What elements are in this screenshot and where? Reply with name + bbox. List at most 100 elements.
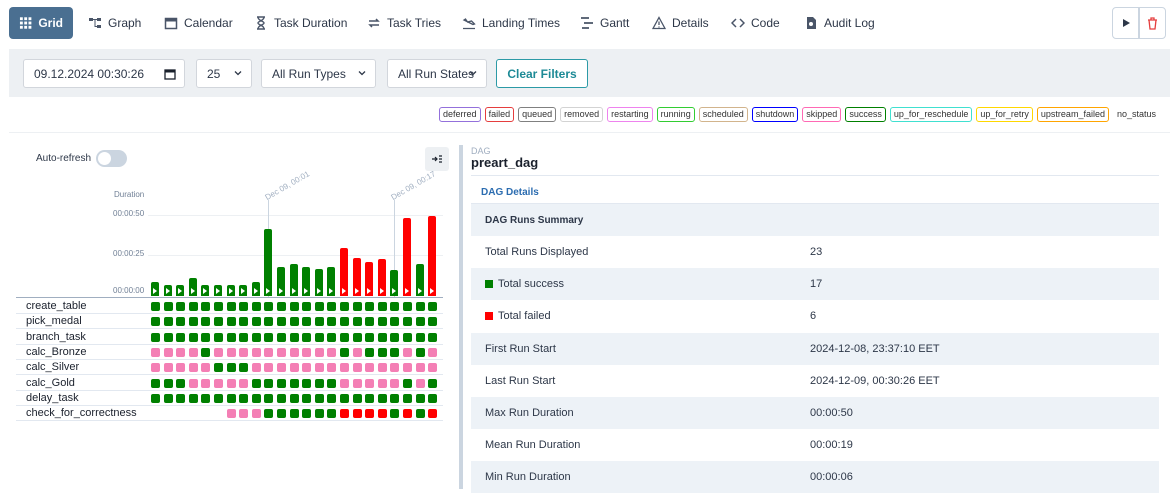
task-instance-square[interactable]	[327, 302, 337, 311]
task-instance-square[interactable]	[377, 302, 387, 311]
task-instance-square[interactable]	[352, 317, 362, 327]
task-instance-square[interactable]	[251, 317, 261, 327]
task-instance-square[interactable]	[340, 393, 349, 403]
task-name[interactable]: calc_Gold	[26, 377, 75, 389]
run-bar[interactable]	[163, 284, 172, 296]
legend-item-failed[interactable]: failed	[484, 106, 515, 122]
task-instance-square[interactable]	[314, 378, 324, 388]
task-instance-square[interactable]	[302, 332, 312, 342]
task-instance-square[interactable]	[314, 347, 324, 357]
run-bar[interactable]	[390, 270, 399, 296]
run-bar[interactable]	[214, 284, 222, 296]
task-instance-square[interactable]	[264, 347, 274, 357]
task-instance-square[interactable]	[428, 302, 438, 311]
task-instance-square[interactable]	[151, 347, 160, 357]
task-instance-square[interactable]	[264, 302, 274, 311]
task-instance-square[interactable]	[214, 347, 223, 357]
task-name[interactable]: create_table	[26, 300, 87, 312]
task-instance-square[interactable]	[163, 378, 173, 388]
task-instance-square[interactable]	[176, 332, 186, 342]
task-instance-square[interactable]	[314, 409, 324, 419]
legend-item-restarting[interactable]: restarting	[607, 106, 653, 122]
task-instance-square[interactable]	[390, 347, 400, 357]
task-instance-square[interactable]	[163, 332, 173, 342]
legend-item-shutdown[interactable]: shutdown	[751, 106, 799, 122]
task-instance-square[interactable]	[365, 409, 375, 419]
task-instance-square[interactable]	[390, 302, 400, 311]
delete-dag-button[interactable]	[1139, 7, 1166, 39]
task-name[interactable]: delay_task	[26, 392, 79, 404]
task-instance-square[interactable]	[352, 347, 362, 357]
task-instance-square[interactable]	[340, 317, 349, 327]
run-bar[interactable]	[302, 267, 311, 296]
task-instance-square[interactable]	[289, 363, 299, 373]
legend-item-up-for-reschedule[interactable]: up_for_reschedule	[889, 106, 973, 122]
legend-item-no-status[interactable]: no_status	[1113, 107, 1160, 122]
task-instance-square[interactable]	[302, 347, 312, 357]
task-instance-square[interactable]	[352, 409, 362, 419]
task-instance-square[interactable]	[365, 347, 375, 357]
task-instance-square[interactable]	[352, 302, 362, 311]
task-instance-square[interactable]	[352, 378, 362, 388]
task-instance-square[interactable]	[226, 363, 236, 373]
task-instance-square[interactable]	[403, 409, 412, 419]
task-instance-square[interactable]	[327, 378, 337, 388]
task-instance-square[interactable]	[277, 347, 286, 357]
task-instance-square[interactable]	[151, 317, 160, 327]
legend-item-skipped[interactable]: skipped	[802, 106, 842, 122]
task-instance-square[interactable]	[176, 363, 186, 373]
task-instance-square[interactable]	[239, 378, 249, 388]
task-instance-square[interactable]	[226, 393, 236, 403]
task-instance-square[interactable]	[377, 347, 387, 357]
task-instance-square[interactable]	[327, 409, 337, 419]
task-instance-square[interactable]	[239, 347, 249, 357]
task-instance-square[interactable]	[251, 332, 261, 342]
task-instance-square[interactable]	[289, 317, 299, 327]
task-instance-square[interactable]	[314, 317, 324, 327]
panel-resizer[interactable]	[459, 145, 463, 489]
task-instance-square[interactable]	[251, 393, 261, 403]
task-instance-square[interactable]	[428, 332, 438, 342]
task-instance-square[interactable]	[352, 363, 362, 373]
task-instance-square[interactable]	[251, 347, 261, 357]
run-bar[interactable]	[365, 262, 374, 296]
task-instance-square[interactable]	[403, 302, 412, 311]
task-instance-square[interactable]	[239, 363, 249, 373]
task-instance-square[interactable]	[226, 332, 236, 342]
tab-code[interactable]: Code	[721, 7, 790, 39]
task-instance-square[interactable]	[201, 378, 211, 388]
task-instance-square[interactable]	[390, 409, 400, 419]
task-instance-square[interactable]	[377, 332, 387, 342]
task-instance-square[interactable]	[151, 363, 160, 373]
dag-details-breadcrumb[interactable]: DAG Details	[481, 187, 539, 198]
task-instance-square[interactable]	[415, 363, 425, 373]
task-instance-square[interactable]	[264, 409, 274, 419]
task-instance-square[interactable]	[327, 393, 337, 403]
task-instance-square[interactable]	[214, 302, 223, 311]
task-instance-square[interactable]	[365, 363, 375, 373]
task-instance-square[interactable]	[226, 378, 236, 388]
task-instance-square[interactable]	[176, 302, 186, 311]
task-instance-square[interactable]	[188, 332, 198, 342]
task-instance-square[interactable]	[214, 393, 223, 403]
task-instance-square[interactable]	[214, 363, 223, 373]
run-bar[interactable]	[314, 268, 323, 296]
task-instance-square[interactable]	[302, 302, 312, 311]
task-instance-square[interactable]	[289, 393, 299, 403]
task-instance-square[interactable]	[314, 302, 324, 311]
run-bar[interactable]	[201, 284, 210, 296]
run-bar[interactable]	[340, 248, 348, 296]
task-instance-square[interactable]	[352, 332, 362, 342]
run-bar[interactable]	[188, 278, 197, 296]
task-instance-square[interactable]	[428, 347, 438, 357]
task-instance-square[interactable]	[188, 302, 198, 311]
task-instance-square[interactable]	[226, 317, 236, 327]
task-instance-square[interactable]	[377, 363, 387, 373]
task-instance-square[interactable]	[340, 363, 349, 373]
task-instance-square[interactable]	[201, 332, 211, 342]
task-instance-square[interactable]	[415, 302, 425, 311]
task-instance-square[interactable]	[239, 302, 249, 311]
task-instance-square[interactable]	[377, 409, 387, 419]
task-instance-square[interactable]	[403, 317, 412, 327]
run-bar[interactable]	[415, 264, 424, 296]
